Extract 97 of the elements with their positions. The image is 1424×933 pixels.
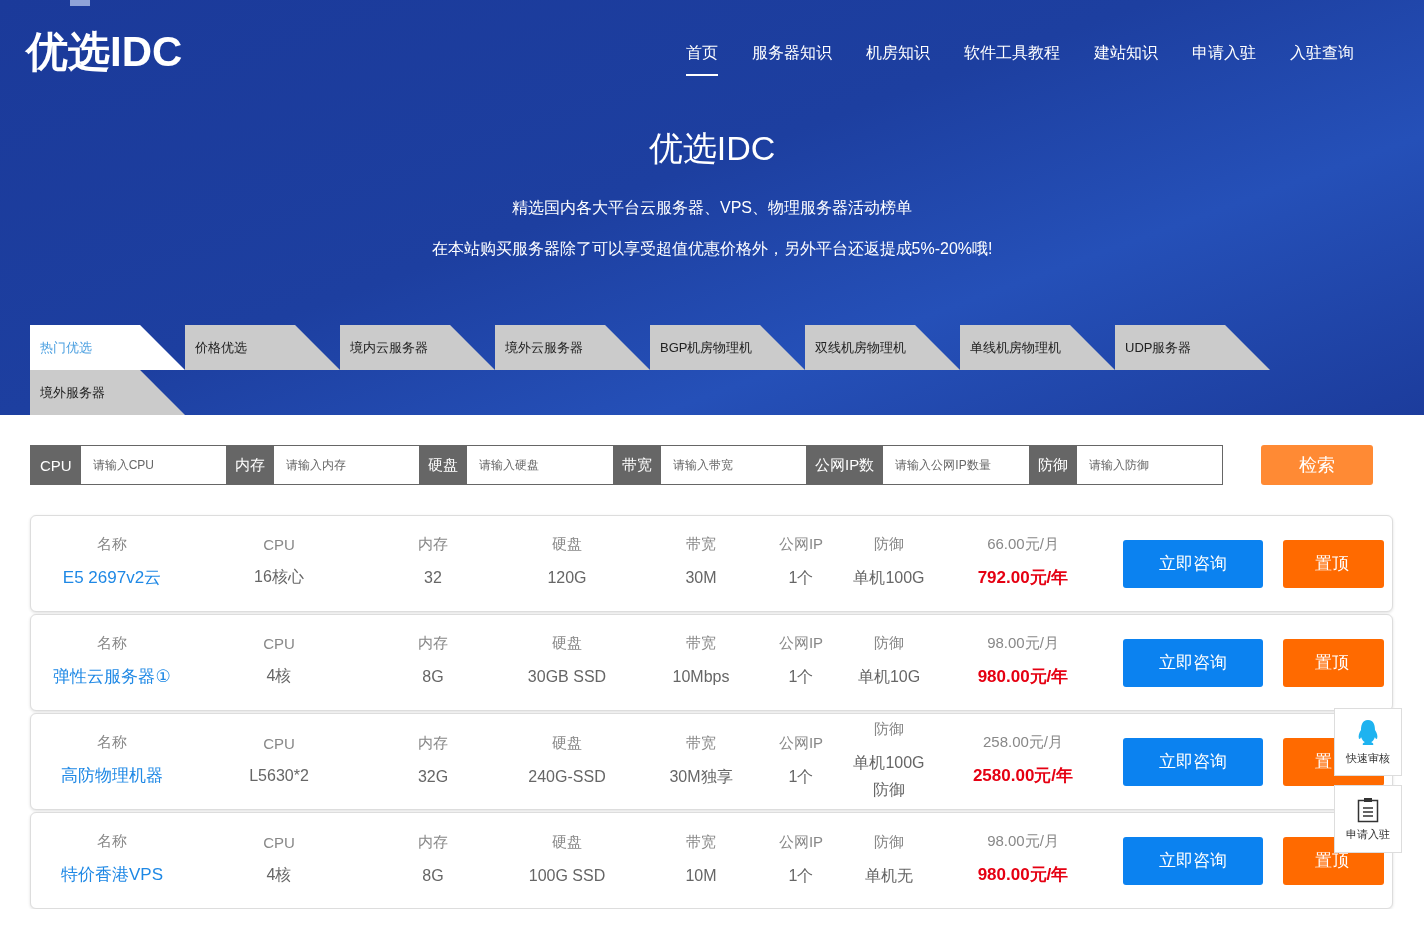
hero-title: 优选IDC xyxy=(647,128,777,169)
category-tab[interactable]: 境外服务器 xyxy=(30,370,185,415)
field-label: 带宽 xyxy=(686,634,716,654)
field-value: 240G-SSD xyxy=(528,766,606,787)
clipboard-icon xyxy=(1357,796,1379,823)
field-value: 1个 xyxy=(788,568,814,589)
field-label: 硬盘 xyxy=(552,733,582,753)
field-label: CPU xyxy=(263,635,295,653)
nav-link[interactable]: 首页 xyxy=(686,42,718,76)
field-label: 内存 xyxy=(418,634,448,654)
field-value: 单机100G防御 xyxy=(852,753,926,801)
category-tab[interactable]: BGP机房物理机 xyxy=(650,325,805,370)
yearly-price: 980.00元/年 xyxy=(977,665,1069,688)
field-value: 4核 xyxy=(266,864,292,885)
field-label: 硬盘 xyxy=(552,832,582,852)
field-value: 1个 xyxy=(788,865,814,886)
hero-subtitle: 在本站购买服务器除了可以享受超值优惠价格外，另外平台还返提成5%-20%哦! xyxy=(430,239,994,259)
field-value: 单机100G xyxy=(853,568,925,589)
nav-link[interactable]: 建站知识 xyxy=(1094,42,1158,76)
field-value: 100G SSD xyxy=(528,865,606,886)
nav-link[interactable]: 入驻查询 xyxy=(1290,42,1354,76)
field-label: 带宽 xyxy=(686,832,716,852)
field-label: 防御 xyxy=(874,720,904,739)
field-value: 32G xyxy=(417,766,449,787)
field-value: 30M独享 xyxy=(669,766,733,787)
nav-link[interactable]: 申请入驻 xyxy=(1192,42,1256,76)
field-label: 带宽 xyxy=(686,733,716,753)
field-label: 防御 xyxy=(874,634,904,654)
penguin-icon xyxy=(1356,718,1380,747)
field-value: 8G xyxy=(422,865,444,886)
yearly-price: 2580.00元/年 xyxy=(972,764,1074,787)
field-value: 30M xyxy=(685,568,717,589)
filter-label: 内存 xyxy=(226,446,275,484)
field-value: 30GB SSD xyxy=(527,667,607,688)
field-label: 防御 xyxy=(874,535,904,555)
filter-label: 硬盘 xyxy=(419,446,468,484)
product-name-link[interactable]: 特价香港VPS xyxy=(61,860,163,890)
side-float-menu[interactable]: 快速审核 xyxy=(1334,708,1402,776)
hero-subtitle: 精选国内各大平台云服务器、VPS、物理服务器活动榜单 xyxy=(511,198,913,218)
monthly-price: 98.00元/月 xyxy=(987,831,1059,851)
filter-label: 公网IP数 xyxy=(806,446,884,484)
filter-label: CPU xyxy=(31,446,81,484)
field-label: CPU xyxy=(263,536,295,554)
consult-button[interactable]: 立即咨询 xyxy=(1123,638,1263,687)
field-label: 公网IP xyxy=(778,535,824,555)
field-label: 硬盘 xyxy=(552,634,582,654)
field-label: 公网IP xyxy=(778,832,824,852)
consult-button[interactable]: 立即咨询 xyxy=(1123,836,1263,885)
site-logo[interactable]: 优选IDC xyxy=(26,24,183,80)
field-label: 内存 xyxy=(418,832,448,852)
yearly-price: 792.00元/年 xyxy=(977,566,1069,589)
nav-link[interactable]: 服务器知识 xyxy=(752,42,832,76)
nav-link[interactable]: 机房知识 xyxy=(866,42,930,76)
field-label: CPU xyxy=(263,833,295,851)
monthly-price: 98.00元/月 xyxy=(987,633,1059,653)
category-tab[interactable]: 双线机房物理机 xyxy=(805,325,960,370)
field-value: 10Mbps xyxy=(672,667,730,688)
field-value: 16核心 xyxy=(254,567,304,588)
field-label: CPU xyxy=(263,734,295,752)
field-label: 内存 xyxy=(418,733,448,753)
field-label: 名称 xyxy=(97,534,127,554)
field-value: 32 xyxy=(424,568,442,589)
filter-label: 带宽 xyxy=(612,446,661,484)
product-name-link[interactable]: 弹性云服务器① xyxy=(53,662,171,692)
field-value: 1个 xyxy=(788,667,814,688)
side-float-menu[interactable]: 申请入驻 xyxy=(1334,785,1402,853)
field-label: 名称 xyxy=(97,732,127,752)
product-name-link[interactable]: E5 2697v2云 xyxy=(62,563,162,593)
field-label: 公网IP xyxy=(778,634,824,654)
field-label: 硬盘 xyxy=(552,535,582,555)
category-tab[interactable]: 境外云服务器 xyxy=(495,325,650,370)
field-value: 120G xyxy=(547,568,587,589)
consult-button[interactable]: 立即咨询 xyxy=(1123,539,1263,588)
nav-link[interactable]: 软件工具教程 xyxy=(964,42,1060,76)
category-tab[interactable]: 境内云服务器 xyxy=(340,325,495,370)
field-label: 名称 xyxy=(97,633,127,653)
product-name-link[interactable]: 高防物理机器 xyxy=(61,761,163,791)
category-tab[interactable]: 单线机房物理机 xyxy=(960,325,1115,370)
filter-label: 防御 xyxy=(1028,446,1077,484)
consult-button[interactable]: 立即咨询 xyxy=(1123,737,1263,786)
monthly-price: 258.00元/月 xyxy=(982,732,1063,752)
field-value: 8G xyxy=(422,667,444,688)
field-label: 名称 xyxy=(97,831,127,851)
field-value: 单机10G xyxy=(857,667,921,688)
field-label: 内存 xyxy=(418,535,448,555)
field-value: 1个 xyxy=(788,766,814,787)
category-tab[interactable]: UDP服务器 xyxy=(1115,325,1270,370)
field-value: 单机无 xyxy=(865,865,913,886)
field-value: 4核 xyxy=(266,666,292,687)
field-label: 公网IP xyxy=(778,733,824,753)
field-value: 10M xyxy=(685,865,717,886)
category-tab[interactable]: 价格优选 xyxy=(185,325,340,370)
monthly-price: 66.00元/月 xyxy=(987,534,1059,554)
field-label: 防御 xyxy=(874,832,904,852)
field-value: L5630*2 xyxy=(249,765,309,786)
field-label: 带宽 xyxy=(686,535,716,555)
yearly-price: 980.00元/年 xyxy=(977,863,1069,886)
